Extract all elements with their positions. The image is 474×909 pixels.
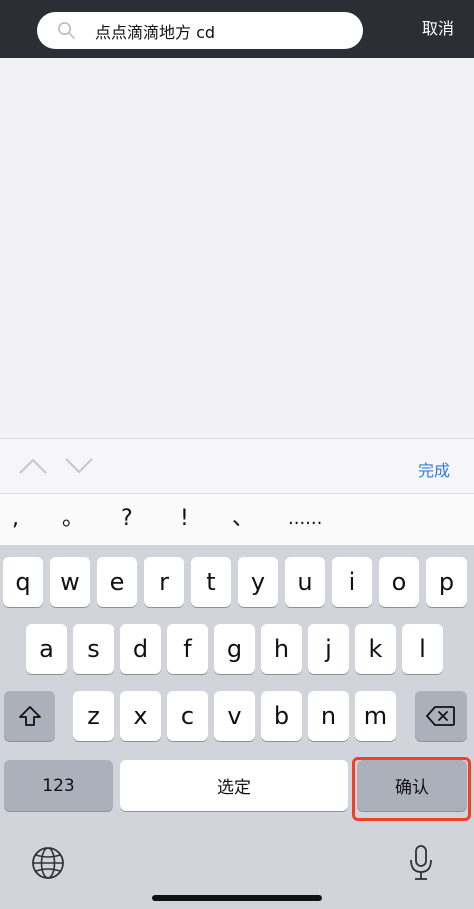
key-f[interactable]: f: [167, 624, 208, 674]
numbers-key[interactable]: 123: [4, 760, 113, 811]
results-area: [0, 58, 474, 438]
punct-question[interactable]: ?: [121, 504, 133, 534]
punct-enumeration-comma[interactable]: 、: [232, 504, 254, 534]
key-j[interactable]: j: [308, 624, 349, 674]
search-header: 取消: [0, 0, 474, 58]
key-g[interactable]: g: [214, 624, 255, 674]
key-s[interactable]: s: [73, 624, 114, 674]
search-input[interactable]: [95, 12, 355, 49]
key-o[interactable]: o: [379, 557, 419, 607]
confirm-key-highlight: [352, 757, 471, 821]
punct-ellipsis[interactable]: ......: [288, 504, 322, 534]
search-box[interactable]: [37, 12, 363, 49]
cancel-button[interactable]: 取消: [422, 19, 454, 39]
globe-icon[interactable]: [31, 846, 65, 880]
keyboard: q w e r t y u i o p a s d f g h j k l z …: [0, 545, 474, 909]
punct-period[interactable]: 。: [62, 504, 84, 534]
key-t[interactable]: t: [191, 557, 231, 607]
done-button[interactable]: 完成: [418, 457, 450, 481]
input-accessory-bar: 完成: [0, 438, 474, 493]
punctuation-candidate-bar: , 。 ? ! 、 ......: [0, 493, 474, 545]
select-key[interactable]: 选定: [120, 760, 348, 811]
key-k[interactable]: k: [355, 624, 396, 674]
key-u[interactable]: u: [285, 557, 325, 607]
key-q[interactable]: q: [3, 557, 43, 607]
key-b[interactable]: b: [261, 691, 302, 741]
key-x[interactable]: x: [120, 691, 161, 741]
key-h[interactable]: h: [261, 624, 302, 674]
punct-exclamation[interactable]: !: [180, 504, 189, 534]
key-w[interactable]: w: [50, 557, 90, 607]
delete-key[interactable]: [415, 691, 467, 741]
key-i[interactable]: i: [332, 557, 372, 607]
key-p[interactable]: p: [426, 557, 467, 607]
punct-comma[interactable]: ,: [12, 504, 19, 534]
key-a[interactable]: a: [26, 624, 67, 674]
search-icon: [58, 22, 75, 39]
microphone-icon[interactable]: [408, 844, 434, 882]
home-indicator: [152, 895, 322, 901]
key-z[interactable]: z: [73, 691, 114, 741]
backspace-icon: [426, 706, 455, 726]
key-e[interactable]: e: [97, 557, 137, 607]
key-l[interactable]: l: [402, 624, 443, 674]
key-m[interactable]: m: [355, 691, 396, 741]
key-r[interactable]: r: [144, 557, 184, 607]
key-d[interactable]: d: [120, 624, 161, 674]
key-y[interactable]: y: [238, 557, 278, 607]
next-field-icon[interactable]: [64, 457, 94, 475]
key-v[interactable]: v: [214, 691, 255, 741]
previous-field-icon[interactable]: [18, 457, 48, 475]
shift-key[interactable]: [4, 691, 55, 741]
key-c[interactable]: c: [167, 691, 208, 741]
shift-icon: [18, 706, 41, 726]
key-n[interactable]: n: [308, 691, 349, 741]
